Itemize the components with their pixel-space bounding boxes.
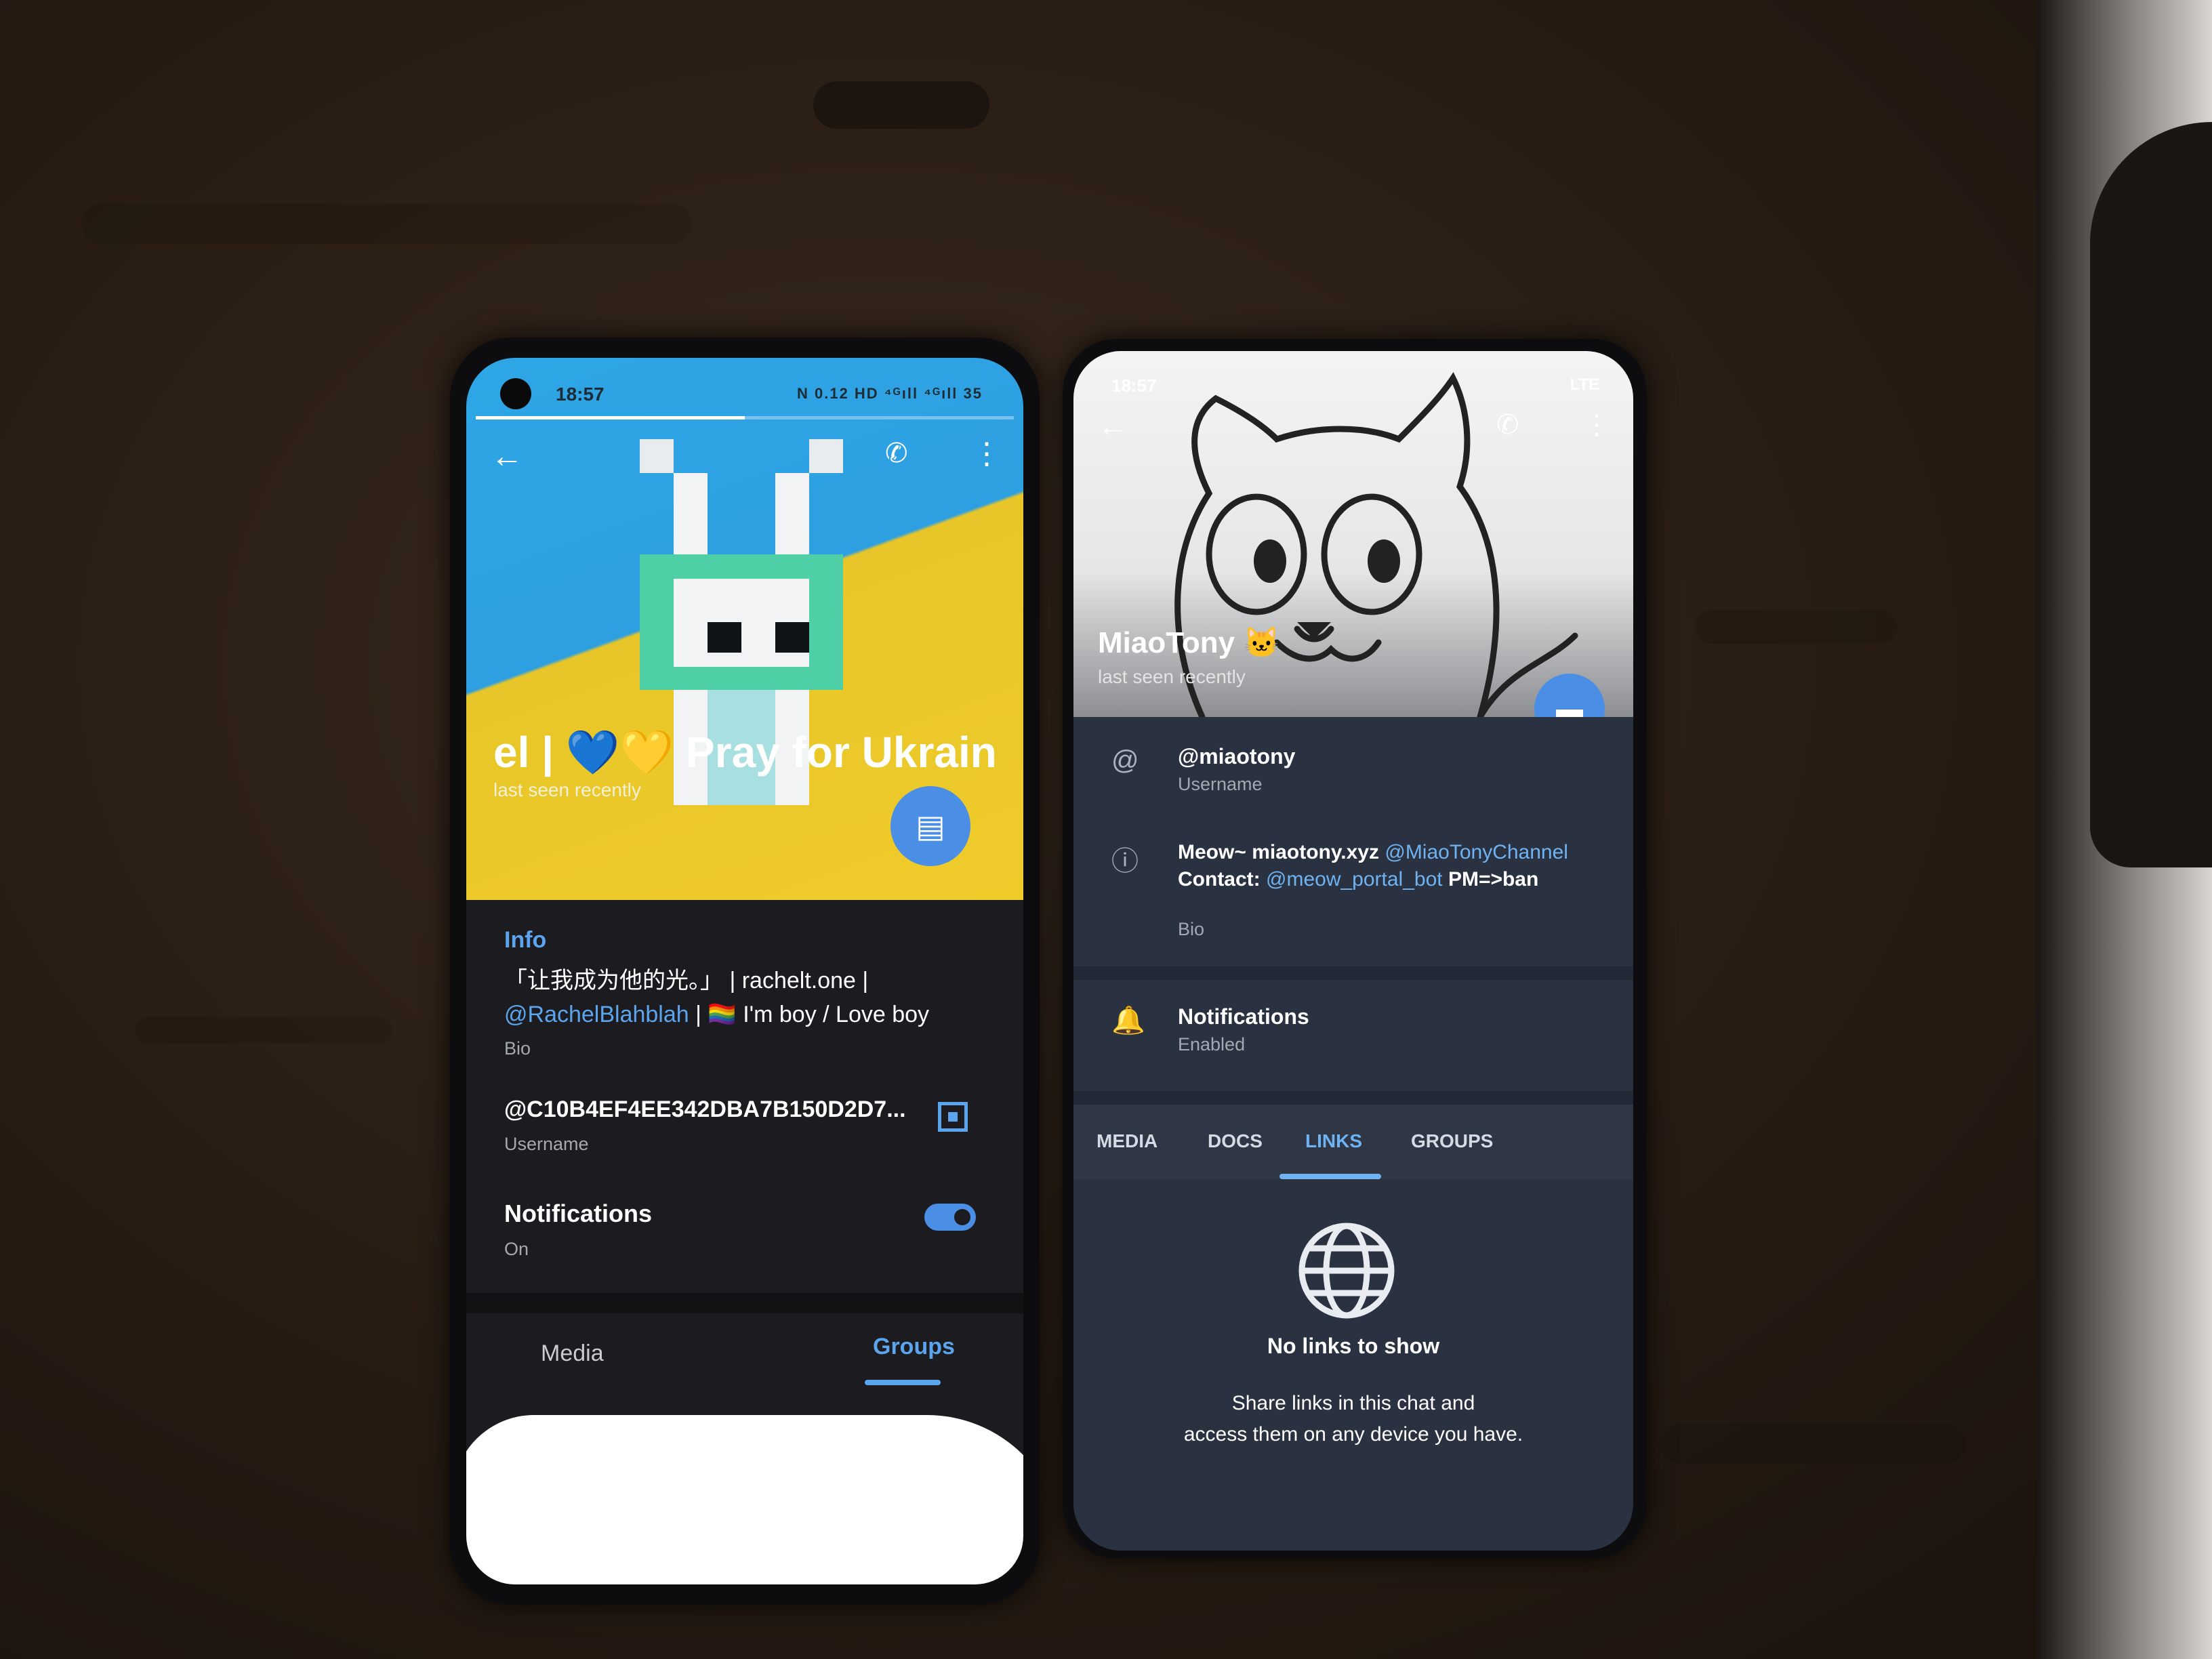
profile-info-section: Info 「让我成为他的光。」 | rachelt.one | @RachelB… — [466, 900, 1023, 1584]
last-seen-status: last seen recently — [1098, 666, 1246, 687]
empty-state-line2: access them on any device you have. — [1183, 1423, 1523, 1446]
left-phone: 18:57 N 0.12 HD ⁴ᴳıll ⁴ᴳıll 35 ← ✆ ⋮ el … — [450, 337, 1040, 1605]
bio-prefix: Meow~ miaotony.xyz — [1178, 841, 1385, 863]
profile-header: 18:57 LTE ← ✆ ⋮ MiaoTony 🐱 last seen rec… — [1073, 351, 1633, 717]
notifications-state: Enabled — [1178, 1034, 1246, 1054]
notifications-state: On — [504, 1239, 529, 1259]
front-camera — [500, 378, 531, 409]
username-label: Username — [1178, 774, 1263, 794]
username-label: Username — [504, 1134, 589, 1154]
empty-state-line1: Share links in this chat and — [1231, 1392, 1475, 1414]
redaction-overlay — [466, 1415, 1023, 1584]
notifications-label: Notifications — [504, 1200, 653, 1227]
section-divider — [466, 1293, 1023, 1313]
bio-mention-link[interactable]: @RachelBlahblah — [504, 1002, 689, 1027]
message-fab-button[interactable]: ▤ — [890, 786, 970, 866]
status-icons: N 0.12 HD ⁴ᴳıll ⁴ᴳıll 35 — [796, 385, 983, 402]
notifications-toggle[interactable] — [924, 1204, 976, 1231]
empty-state-description: Share links in this chat and access them… — [1073, 1388, 1633, 1450]
more-vert-icon[interactable]: ⋮ — [972, 436, 1002, 471]
phone-icon[interactable]: ✆ — [1496, 409, 1519, 441]
profile-info-section: @ @miaotony Username ⓘ Meow~ miaotony.xy… — [1073, 717, 1633, 1551]
username-value[interactable]: @miaotony — [1178, 744, 1295, 769]
tab-media[interactable]: MEDIA — [1097, 1130, 1158, 1152]
tab-groups[interactable]: Groups — [873, 1334, 955, 1360]
story-progress-bar — [476, 416, 1014, 419]
empty-state-title: No links to show — [1267, 1334, 1440, 1358]
bio-label: Bio — [1178, 919, 1205, 939]
right-phone-screen: 18:57 LTE ← ✆ ⋮ MiaoTony 🐱 last seen rec… — [1073, 351, 1633, 1551]
wall-shadow — [2090, 122, 2212, 867]
profile-name: MiaoTony 🐱 — [1098, 626, 1281, 659]
status-bar: 18:57 N 0.12 HD ⁴ᴳıll ⁴ᴳıll 35 — [466, 358, 1023, 412]
tab-groups[interactable]: GROUPS — [1411, 1130, 1493, 1152]
bio-text: Meow~ miaotony.xyz @MiaoTonyChannel Cont… — [1178, 839, 1612, 893]
tab-docs[interactable]: DOCS — [1208, 1130, 1263, 1152]
left-phone-screen: 18:57 N 0.12 HD ⁴ᴳıll ⁴ᴳıll 35 ← ✆ ⋮ el … — [466, 358, 1023, 1584]
bio-mention-channel[interactable]: @MiaoTonyChannel — [1385, 841, 1568, 863]
bio-suffix: PM=>ban — [1442, 868, 1539, 890]
right-phone: 18:57 LTE ← ✆ ⋮ MiaoTony 🐱 last seen rec… — [1063, 339, 1647, 1559]
status-time: 18:57 — [556, 384, 605, 405]
phone-icon[interactable]: ✆ — [885, 438, 908, 469]
bio-mention-bot[interactable]: @meow_portal_bot — [1266, 868, 1443, 890]
back-arrow-icon[interactable]: ← — [491, 438, 523, 475]
info-section-title: Info — [504, 927, 547, 953]
info-icon: ⓘ — [1111, 846, 1139, 876]
section-divider — [1073, 966, 1633, 980]
section-divider — [1073, 1091, 1633, 1105]
tab-media[interactable]: Media — [541, 1340, 604, 1367]
status-network: LTE — [1570, 375, 1599, 394]
bio-text: 「让我成为他的光。」 | rachelt.one | @RachelBlahbl… — [504, 964, 972, 1065]
bio-line1: 「让我成为他的光。」 | rachelt.one | — [504, 968, 869, 994]
last-seen-status: last seen recently — [493, 779, 641, 800]
back-arrow-icon[interactable]: ← — [1098, 409, 1128, 443]
wall-background — [2036, 0, 2212, 1659]
status-time: 18:57 — [1111, 375, 1157, 396]
more-vert-icon[interactable]: ⋮ — [1583, 409, 1610, 441]
active-tab-indicator — [865, 1380, 941, 1385]
bell-icon: 🔔 — [1111, 1006, 1145, 1036]
active-tab-indicator — [1279, 1174, 1381, 1179]
globe-icon — [1298, 1223, 1395, 1319]
bio-contact: Contact: — [1178, 868, 1266, 890]
tab-links[interactable]: LINKS — [1305, 1130, 1362, 1152]
profile-name: el | 💙💛 Pray for Ukrain — [493, 728, 997, 777]
notifications-label[interactable]: Notifications — [1178, 1004, 1309, 1029]
username-value[interactable]: @C10B4EF4EE342DBA7B150D2D7... — [504, 1097, 906, 1123]
chat-bubble-icon: ▤ — [916, 808, 945, 844]
cat-drawing-avatar — [1174, 372, 1578, 717]
story-progress-fill — [476, 416, 745, 419]
shared-media-tabs: MEDIA DOCS LINKS GROUPS — [1073, 1105, 1633, 1179]
bio-label: Bio — [504, 1038, 531, 1059]
media-tabs: Media Groups — [466, 1313, 1023, 1388]
qr-code-icon[interactable] — [938, 1102, 968, 1132]
bio-line2: | 🏳️‍🌈 I'm boy / Love boy — [689, 1002, 930, 1027]
at-sign-icon: @ — [1111, 745, 1139, 775]
